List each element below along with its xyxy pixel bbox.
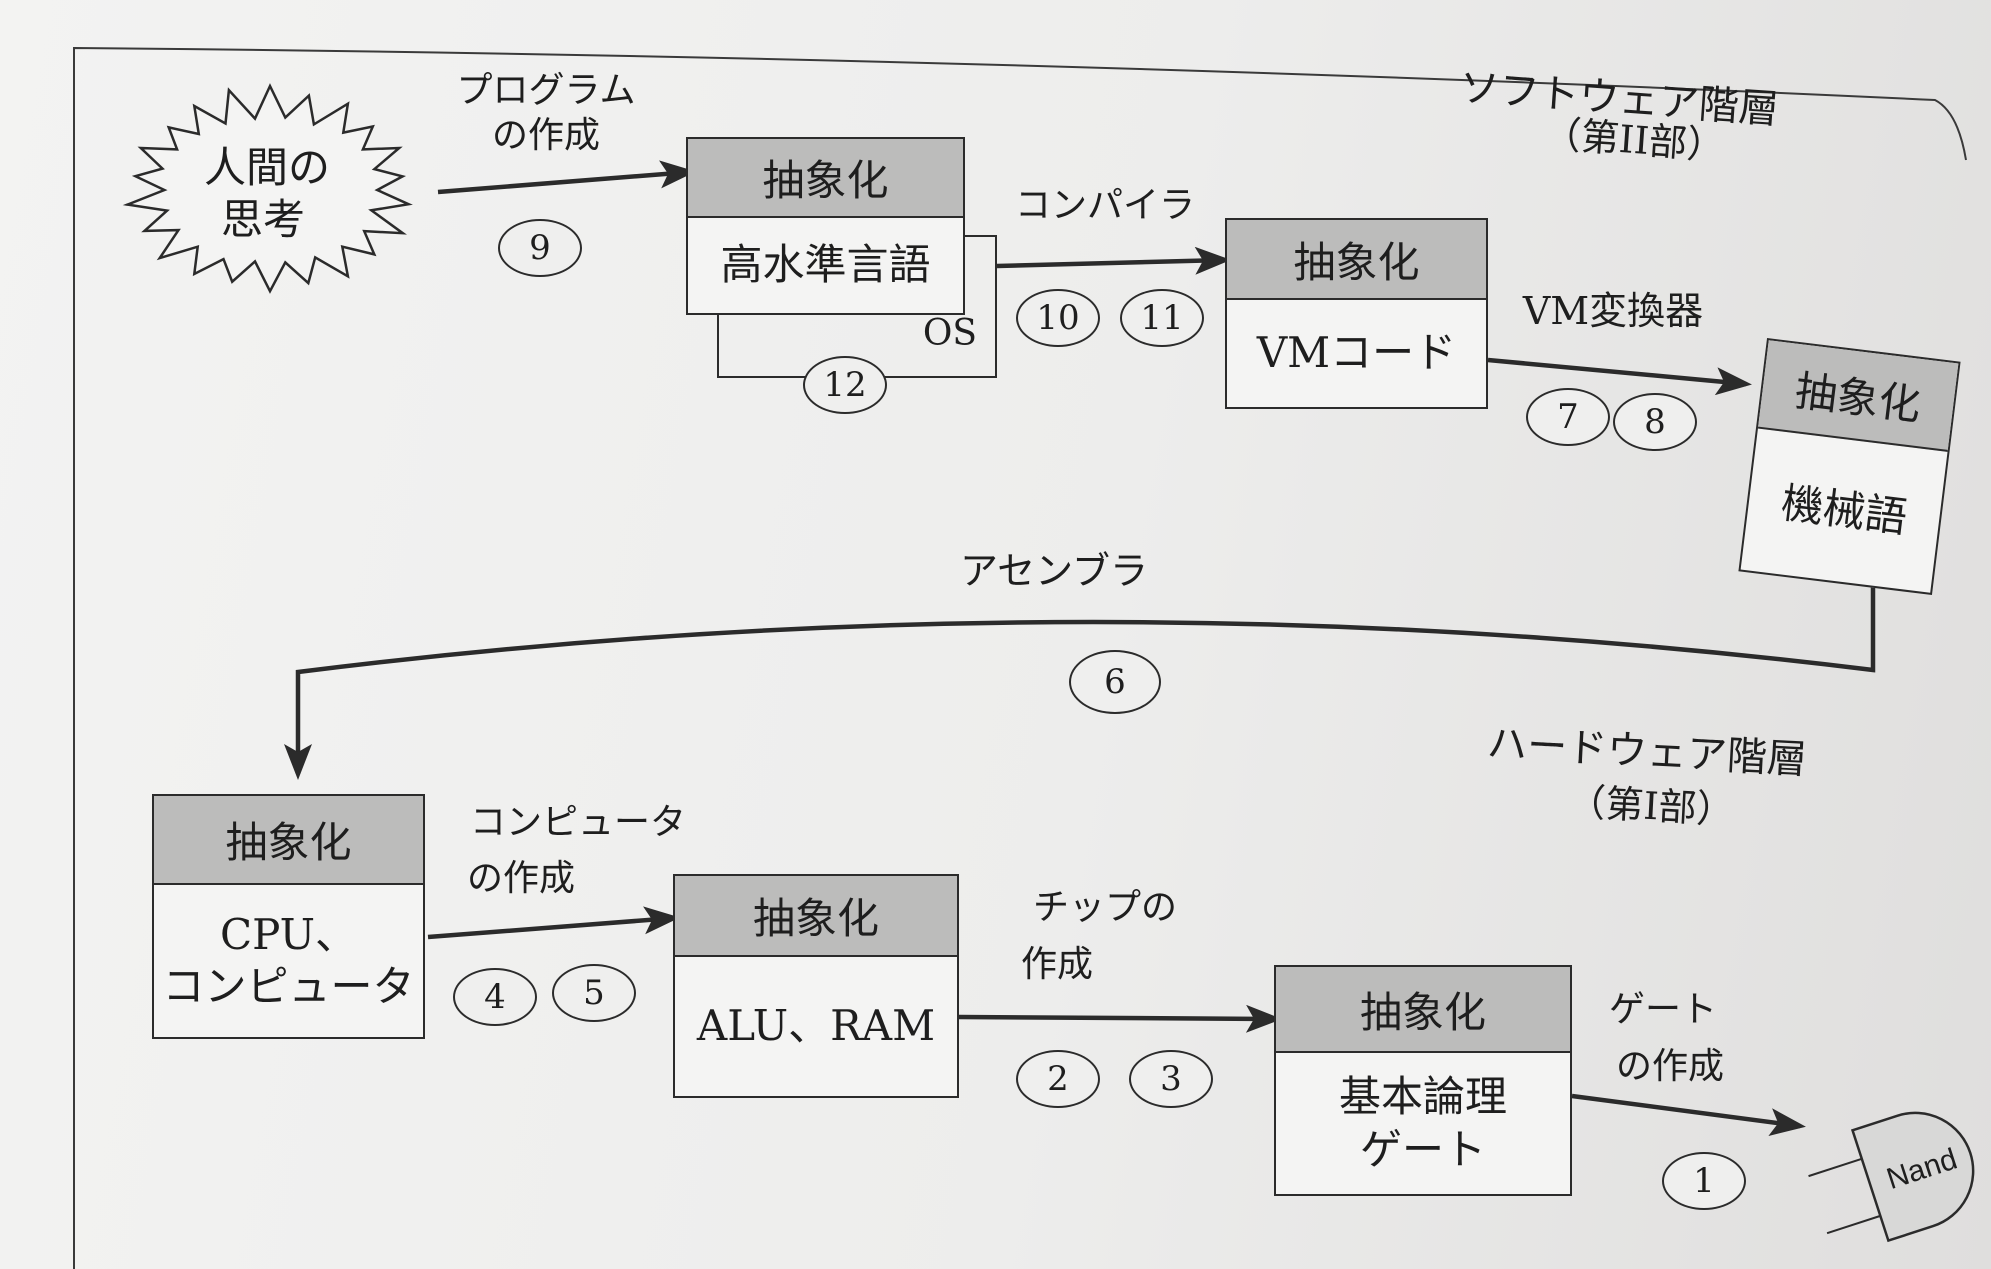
chapter-circle-4: 4 (453, 968, 537, 1026)
thought-line-1: 人間の (203, 143, 331, 192)
box-body-line-2: ゲート (1359, 1124, 1486, 1174)
gate-creation-label-2: の作成 (1615, 1046, 1725, 1087)
box-body-text: ALU、RAM (696, 1001, 936, 1051)
box-body: 機械語 (1741, 429, 1948, 593)
arrow-compiler (996, 246, 1231, 275)
box-body-line-2: コンピュータ (162, 962, 415, 1011)
program-creation-label-1: プログラム (456, 70, 636, 111)
chapter-circle-9: 9 (498, 219, 582, 277)
hardware-layer-part: （第I部） (1566, 779, 1736, 833)
machine-language-box: 抽象化 機械語 (1738, 337, 1961, 596)
box-body: ALU、RAM (675, 957, 957, 1096)
box-header: 抽象化 (675, 876, 957, 957)
high-level-language-box: 抽象化 高水準言語 (686, 137, 965, 315)
chapter-circle-7: 7 (1526, 388, 1610, 446)
vm-translator-label: VM変換器 (1522, 289, 1704, 333)
compiler-label: コンパイラ (1014, 185, 1196, 226)
vm-code-box: 抽象化 VMコード (1225, 218, 1488, 409)
program-creation-label-2: の作成 (491, 115, 601, 156)
box-body-line-1: 基本論理 (1338, 1072, 1507, 1121)
box-body: VMコード (1227, 300, 1486, 407)
chapter-circle-2: 2 (1016, 1050, 1100, 1108)
box-body-text: 高水準言語 (720, 240, 931, 290)
nand-gate: Nand (1808, 1111, 1975, 1243)
box-body-text: VMコード (1256, 328, 1457, 378)
box-header: 抽象化 (1276, 967, 1570, 1053)
computer-box: 抽象化 CPU、 コンピュータ (152, 794, 425, 1039)
chapter-circle-6: 6 (1069, 650, 1161, 714)
box-header: 抽象化 (154, 796, 423, 885)
arrow-chip-creation (958, 1004, 1282, 1033)
abstraction-diagram: Nand 人間の 思考 ソフトウェア階層 （第II部） ハードウェア階層 （第I… (0, 0, 1991, 1269)
computer-creation-label-2: の作成 (466, 858, 576, 899)
chapter-circle-12: 12 (803, 356, 887, 414)
chapter-circle-8: 8 (1613, 393, 1697, 451)
arrow-program-creation (437, 160, 696, 195)
box-body: CPU、 コンピュータ (154, 885, 423, 1037)
assembler-label: アセンブラ (959, 549, 1149, 593)
chapter-circle-5: 5 (552, 964, 636, 1022)
box-body-line-1: CPU、 (219, 909, 358, 959)
alu-ram-box: 抽象化 ALU、RAM (673, 874, 959, 1098)
chapter-circle-11: 11 (1120, 289, 1204, 347)
chapter-circle-1: 1 (1662, 1152, 1746, 1210)
thought-line-2: 思考 (220, 195, 306, 244)
computer-creation-label-1: コンピュータ (469, 802, 687, 843)
box-header: 抽象化 (688, 139, 963, 218)
chip-creation-label-2: 作成 (1020, 944, 1094, 985)
arrow-computer-creation (427, 906, 680, 940)
nand-input-b (1826, 1214, 1881, 1235)
logic-gates-box: 抽象化 基本論理 ゲート (1274, 965, 1572, 1196)
box-header: 抽象化 (1227, 220, 1486, 300)
chapter-circle-10: 10 (1016, 289, 1100, 347)
box-body: 基本論理 ゲート (1276, 1053, 1570, 1194)
box-body: 高水準言語 (688, 218, 963, 313)
arrow-vm-translator (1487, 357, 1752, 396)
arrow-gate-creation (1571, 1093, 1806, 1136)
nand-input-a (1808, 1157, 1863, 1178)
box-body-text: 機械語 (1778, 477, 1910, 542)
os-label: OS (922, 313, 978, 354)
chip-creation-label-1: チップの (1032, 887, 1178, 928)
gate-creation-label-1: ゲート (1608, 989, 1718, 1030)
chapter-circle-3: 3 (1129, 1050, 1213, 1108)
